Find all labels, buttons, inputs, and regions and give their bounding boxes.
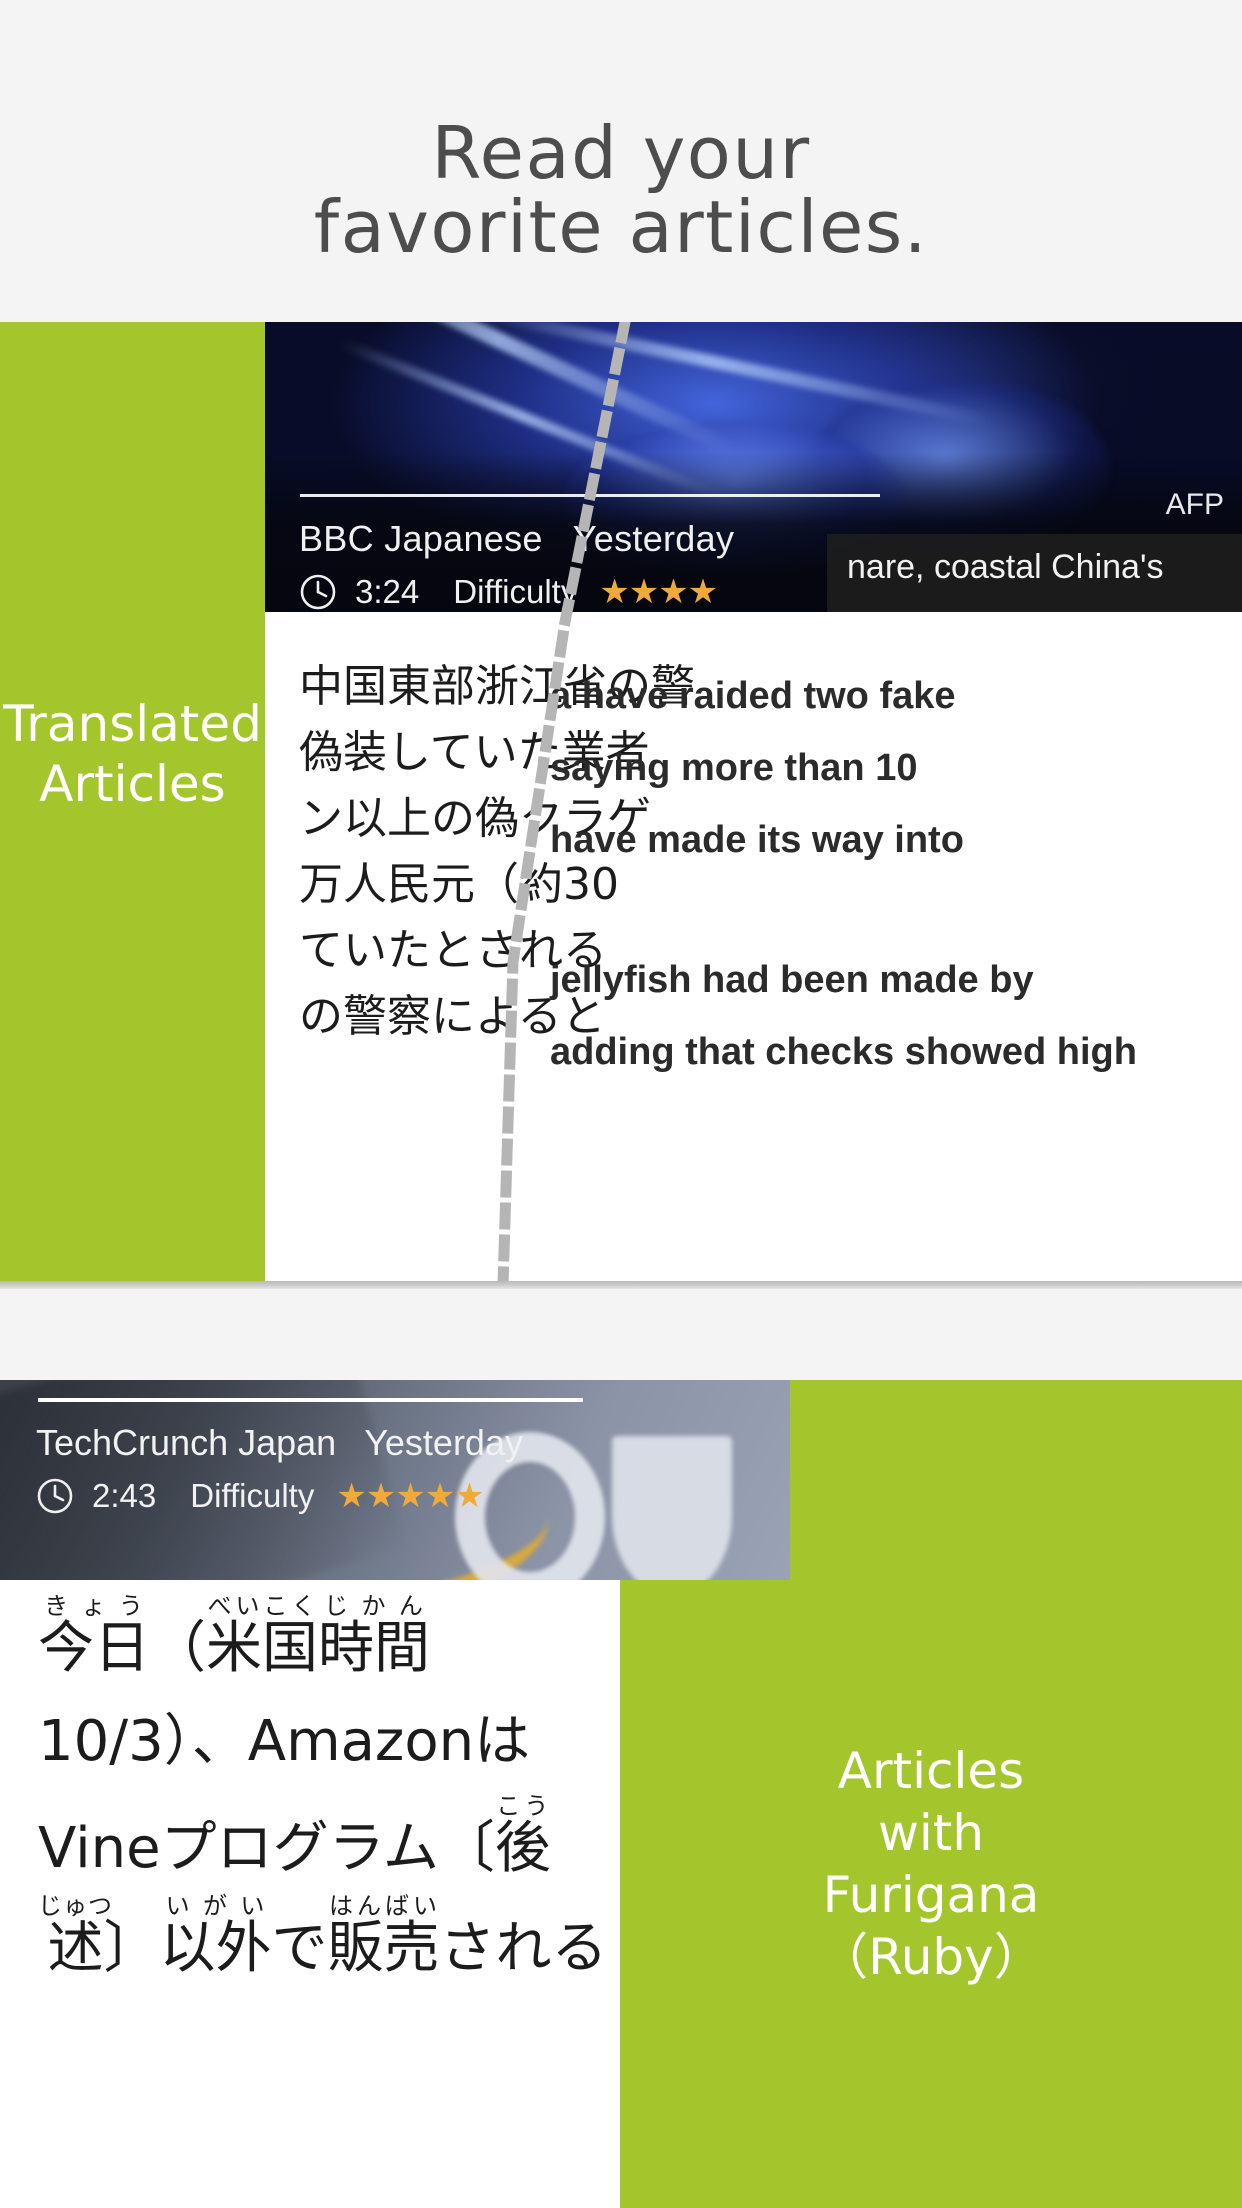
translated-articles-accent-panel: Translated Articles	[0, 322, 265, 1285]
clock-icon	[299, 573, 337, 611]
ruby-term: 米国べいこく	[206, 1592, 318, 1681]
article-date: Yesterday	[572, 518, 735, 559]
plain-text: で	[271, 1916, 328, 1981]
furigana-reading: じゅつ	[38, 1892, 113, 1920]
ruby-term: 後こう	[494, 1792, 551, 1881]
hero-english-overlay: nare, coastal China's	[827, 534, 1242, 612]
translated-articles-label: Translated Articles	[0, 694, 265, 814]
ruby-term: 今日きょう	[38, 1592, 150, 1681]
plain-text: される	[439, 1916, 608, 1981]
plain-text: （	[150, 1616, 206, 1681]
en-line: adding that checks showed high	[550, 1031, 1137, 1073]
article-duration: 2:43	[92, 1477, 157, 1514]
furigana-reading: べいこく	[206, 1592, 318, 1620]
translated-articles-label-line-1: Translated	[3, 695, 262, 753]
article-hero-image-jellyfish: AFP BBC JapaneseYesterday 3:24 Difficul	[265, 322, 1242, 612]
furigana-reading: こう	[494, 1792, 551, 1820]
clock-icon	[36, 1477, 74, 1515]
article-meta-secondary: 3:24 Difficulty ★★★★	[299, 572, 718, 612]
plain-text: Vineプログラム〔	[38, 1816, 495, 1881]
en-line: have made its way into	[550, 819, 964, 861]
furigana-accent-panel-top	[790, 1380, 1242, 1580]
article-meta-primary: BBC Japanese Yesterday	[299, 518, 734, 560]
ruby-line: 述じゅつ〕以外いがいで販売はんばいされる	[38, 1892, 618, 1992]
ruby-term: 述じゅつ	[38, 1892, 113, 1981]
amazon-sign-letter-b	[612, 1436, 732, 1580]
article-hero-image-amazon: TechCrunch Japan Yesterday 2:43 Difficult…	[0, 1380, 790, 1580]
furigana-label-line-1: Articles	[837, 1742, 1025, 1800]
headline-line-1: Read your	[431, 110, 811, 195]
headline-block: Read your favorite articles.	[0, 0, 1242, 322]
article-meta-secondary: 2:43 Difficulty ★★★★★	[36, 1476, 485, 1516]
difficulty-stars: ★★★★	[599, 573, 718, 611]
section-bottom-shadow	[0, 1281, 1242, 1289]
headline-line-2: favorite articles.	[313, 185, 929, 269]
hero-english-overlay-text: nare, coastal China's	[847, 548, 1164, 586]
promo-screen: Read your favorite articles. Translated …	[0, 0, 1242, 2208]
ruby-line: 10/3）、Amazonは	[38, 1692, 618, 1792]
ruby-term: 時間じかん	[318, 1592, 430, 1681]
furigana-label-line-2: with	[877, 1804, 985, 1862]
ruby-term: 販売はんばい	[327, 1892, 440, 1981]
translated-articles-label-line-2: Articles	[39, 755, 226, 813]
article-duration: 3:24	[355, 573, 420, 610]
section-translated-articles: Translated Articles AFP BBC Japanese Yest…	[0, 322, 1242, 1289]
furigana-reading: いがい	[159, 1892, 272, 1920]
article-body-furigana: 今日きょう（米国べいこく時間じかん 10/3）、Amazonは Vineプログラム〔…	[38, 1592, 618, 1992]
photo-credit: AFP	[1165, 488, 1224, 521]
difficulty-label: Difficulty	[453, 573, 578, 610]
ruby-line: Vineプログラム〔後こう	[38, 1792, 618, 1892]
furigana-label-line-4: （Ruby）	[818, 1928, 1044, 1986]
meta-divider-rule	[38, 1398, 583, 1402]
furigana-reading: じかん	[318, 1592, 430, 1620]
article-source: TechCrunch Japan	[36, 1422, 337, 1463]
difficulty-label: Difficulty	[190, 1477, 315, 1514]
article-date: Yesterday	[364, 1422, 523, 1463]
article-source: BBC Japanese	[299, 518, 543, 559]
en-line: a have raided two fake	[550, 675, 956, 717]
difficulty-stars: ★★★★★	[336, 1477, 484, 1515]
article-body-english: a have raided two fake saying more than …	[550, 660, 1242, 1088]
article-meta-primary: TechCrunch Japan Yesterday	[36, 1422, 523, 1464]
section-furigana-articles: TechCrunch Japan Yesterday 2:43 Difficult…	[0, 1380, 1242, 2208]
ruby-term: 以外いがい	[159, 1892, 272, 1981]
en-line: jellyfish had been made by	[550, 959, 1034, 1001]
plain-text: 10/3）、Amazonは	[38, 1709, 531, 1774]
plain-text: 〕	[103, 1916, 160, 1981]
ruby-line: 今日きょう（米国べいこく時間じかん	[38, 1592, 618, 1692]
article-body-translated: 中国東部浙江省の警 偽装していた業者 ン以上の偽クラゲ 万人民元（約30 ていた…	[265, 612, 1242, 1285]
meta-divider-rule	[300, 494, 880, 497]
section-gap	[0, 1290, 1242, 1380]
article-card-translated[interactable]: AFP BBC JapaneseYesterday 3:24 Difficul	[265, 322, 1242, 1285]
furigana-reading: きょう	[38, 1592, 150, 1620]
furigana-reading: はんばい	[327, 1892, 440, 1920]
en-line: saying more than 10	[550, 747, 918, 789]
en-spacer	[550, 876, 1242, 944]
furigana-label-line-3: Furigana	[822, 1866, 1040, 1924]
furigana-articles-label: Articles with Furigana （Ruby）	[620, 1740, 1242, 1988]
